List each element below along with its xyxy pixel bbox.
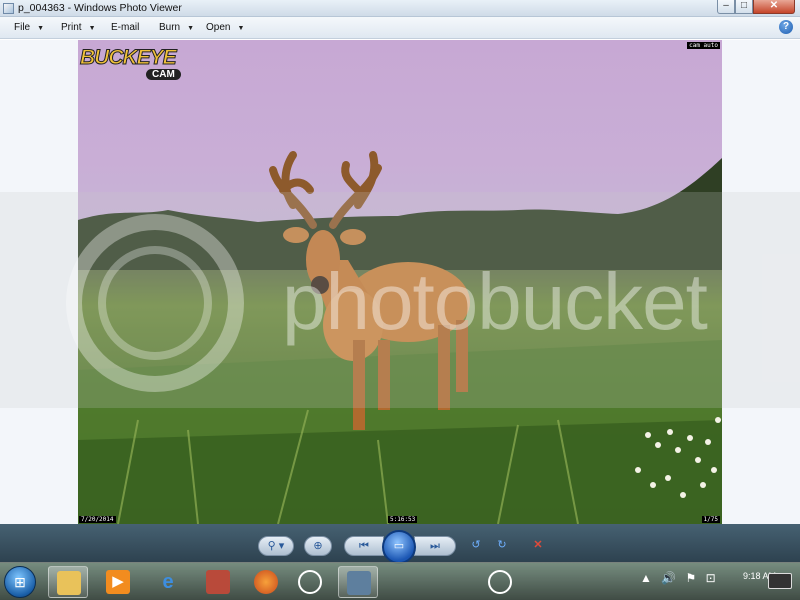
menu-print-label: Print: [61, 22, 82, 33]
menu-file[interactable]: File ▼: [14, 22, 44, 33]
window-title: p_004363 - Windows Photo Viewer: [18, 2, 182, 14]
taskbar-mouse-app[interactable]: [290, 566, 330, 598]
previous-button[interactable]: ⏮: [344, 536, 384, 556]
system-tray: ▲ 🔊 ⚑ ⊡: [640, 571, 716, 585]
network-icon[interactable]: ⊡: [706, 571, 716, 585]
mouse-icon: [298, 570, 322, 594]
maximize-button[interactable]: □: [735, 0, 753, 14]
frame-stamp: 1/75: [701, 516, 720, 523]
minimize-button[interactable]: –: [717, 0, 735, 14]
help-icon[interactable]: ?: [779, 20, 793, 34]
actual-size-button[interactable]: ⊕: [304, 536, 332, 556]
mouse-icon: [488, 570, 512, 594]
start-button[interactable]: ⊞: [4, 566, 36, 598]
zoom-button[interactable]: ⚲ ▾: [258, 536, 294, 556]
chevron-down-icon: ▼: [37, 25, 45, 32]
folder-icon: [57, 571, 81, 595]
next-button[interactable]: ⏭: [414, 536, 456, 556]
watermark-inner-ring: [98, 246, 212, 360]
taskbar-firefox[interactable]: [246, 566, 286, 598]
menu-print[interactable]: Print ▼: [61, 22, 96, 33]
media-player-icon: ▶: [106, 570, 130, 594]
internet-explorer-icon: e: [162, 571, 174, 593]
menu-open[interactable]: Open ▼: [206, 22, 244, 33]
watermark-text: photobucket: [282, 257, 708, 346]
taskbar-photo-viewer[interactable]: [338, 566, 378, 598]
slideshow-button[interactable]: ▭: [382, 530, 416, 564]
menu-burn-label: Burn: [159, 22, 181, 33]
camera-mode-stamp: cam auto: [687, 42, 720, 49]
flag-icon[interactable]: ⚑: [686, 571, 697, 585]
time-stamp: 5:16:53: [388, 516, 418, 523]
buckeye-cam-logo: BUCKEYE CAM: [80, 44, 202, 86]
photo-viewer-app-icon: [3, 3, 14, 14]
menu-burn[interactable]: Burn ▼: [159, 22, 194, 33]
rotate-counterclockwise-button[interactable]: ↺: [466, 536, 486, 556]
keyboard-icon[interactable]: [768, 573, 792, 589]
delete-button[interactable]: ✕: [528, 536, 548, 556]
menu-email[interactable]: E-mail: [111, 22, 139, 33]
volume-icon[interactable]: 🔊: [661, 571, 676, 585]
taskbar-explorer[interactable]: [48, 566, 88, 598]
date-stamp: 7/20/2014: [79, 516, 116, 523]
taskbar-app-pin[interactable]: [198, 566, 238, 598]
firefox-icon: [254, 570, 278, 594]
pin-app-icon: [206, 570, 230, 594]
menu-bar: File ▼ Print ▼ E-mail Burn ▼ Open ▼ ?: [0, 17, 800, 39]
chevron-down-icon: ▼: [88, 25, 96, 32]
menu-open-label: Open: [206, 22, 231, 33]
rotate-clockwise-button[interactable]: ↻: [492, 536, 512, 556]
chevron-down-icon: ▼: [237, 25, 245, 32]
taskbar-internet-explorer[interactable]: e: [148, 566, 188, 598]
chevron-down-icon: ▼: [187, 25, 195, 32]
menu-email-label: E-mail: [111, 22, 140, 33]
show-hidden-icons-icon[interactable]: ▲: [640, 571, 652, 585]
photo-viewer-icon: [347, 571, 371, 595]
taskbar: ⊞ ▶ e ▲ 🔊 ⚑ ⊡ 9:18 AM: [0, 562, 800, 600]
title-bar[interactable]: p_004363 - Windows Photo Viewer – □ ✕: [0, 0, 800, 17]
taskbar-media-player[interactable]: ▶: [98, 566, 138, 598]
logo-text: BUCKEYE: [80, 46, 178, 70]
taskbar-mouse-pointer-app[interactable]: [480, 566, 520, 598]
menu-file-label: File: [14, 22, 31, 33]
photobucket-watermark: photobucket: [0, 192, 800, 408]
logo-subtext: CAM: [146, 69, 181, 80]
viewer-control-bar: ⚲ ▾ ⊕ ⏮ ⏭ ▭ ↺ ↻ ✕: [0, 524, 800, 564]
close-button[interactable]: ✕: [753, 0, 795, 14]
